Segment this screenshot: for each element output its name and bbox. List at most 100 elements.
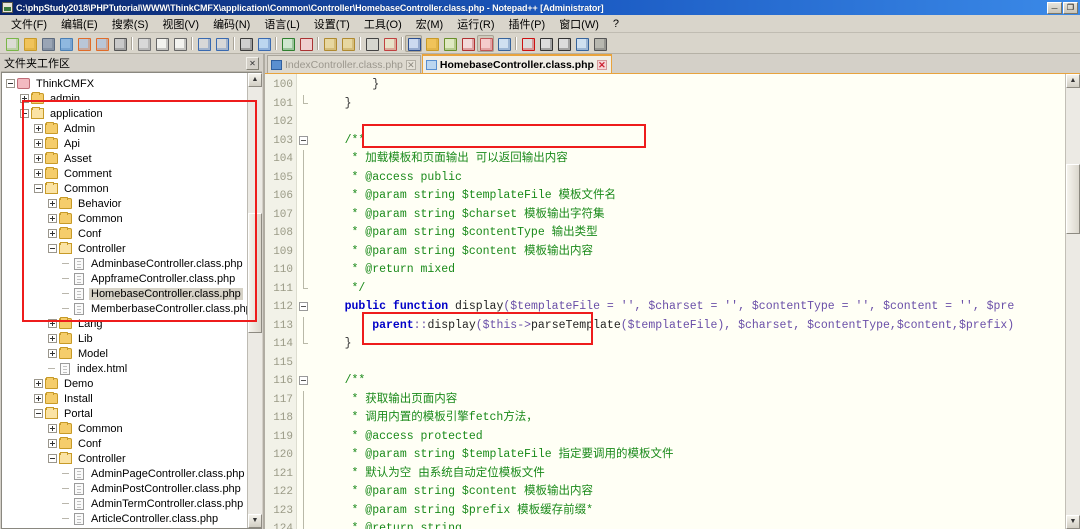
print-icon[interactable] — [111, 35, 128, 52]
doc-map-icon[interactable] — [441, 35, 458, 52]
code-folding-margin[interactable] — [297, 74, 311, 529]
fold-marker[interactable] — [297, 372, 311, 391]
tree-item-indexcontroller-class-php[interactable]: IndexController.class.php — [6, 526, 247, 528]
editor-scroll-up-icon[interactable]: ▲ — [1066, 74, 1080, 88]
scrollbar-thumb[interactable] — [248, 213, 262, 333]
tree-item-demo[interactable]: Demo — [6, 376, 247, 391]
function-list-icon[interactable] — [477, 35, 494, 52]
close-file-icon[interactable] — [75, 35, 92, 52]
tree-item-portal[interactable]: Portal — [6, 406, 247, 421]
tree-item-install[interactable]: Install — [6, 391, 247, 406]
menu-item-12[interactable]: ? — [606, 17, 626, 31]
expand-icon[interactable] — [34, 169, 43, 178]
sync-horizontal-icon[interactable] — [339, 35, 356, 52]
tree-item-controller[interactable]: Controller — [6, 241, 247, 256]
tree-item-admin[interactable]: Admin — [6, 121, 247, 136]
cut-icon[interactable] — [135, 35, 152, 52]
minimize-button[interactable] — [1047, 2, 1062, 14]
menu-item-8[interactable]: 宏(M) — [409, 15, 451, 33]
redo-icon[interactable] — [213, 35, 230, 52]
close-icon[interactable]: ✕ — [597, 60, 607, 70]
run-macro-multi-icon[interactable] — [573, 35, 590, 52]
expand-icon[interactable] — [48, 199, 57, 208]
menu-item-3[interactable]: 视图(V) — [155, 15, 206, 33]
playback-macro-icon[interactable] — [555, 35, 572, 52]
save-icon[interactable] — [39, 35, 56, 52]
collapse-icon[interactable] — [48, 244, 57, 253]
tree-item-admin[interactable]: admin — [6, 91, 247, 106]
fold-marker[interactable] — [297, 298, 311, 317]
scroll-down-icon[interactable]: ▼ — [248, 514, 262, 528]
tree-item-lib[interactable]: Lib — [6, 331, 247, 346]
menu-item-7[interactable]: 工具(O) — [357, 15, 409, 33]
collapse-icon[interactable] — [34, 184, 43, 193]
tree-item-common[interactable]: Common — [6, 211, 247, 226]
tree-item-comment[interactable]: Comment — [6, 166, 247, 181]
save-macro-icon[interactable] — [591, 35, 608, 52]
menu-item-6[interactable]: 设置(T) — [307, 15, 357, 33]
expand-icon[interactable] — [34, 394, 43, 403]
indent-guide-icon[interactable] — [405, 35, 422, 52]
close-icon[interactable]: ✕ — [406, 60, 416, 70]
editor-scrollbar-thumb[interactable] — [1066, 164, 1080, 234]
expand-icon[interactable] — [48, 229, 57, 238]
code-content[interactable]: } } /** * 加载模板和页面输出 可以返回输出内容 * @access p… — [311, 74, 1080, 529]
collapse-icon[interactable] — [6, 79, 15, 88]
tab-homebasecontroller-class-php[interactable]: HomebaseController.class.php✕ — [422, 54, 612, 73]
scroll-up-icon[interactable]: ▲ — [248, 73, 262, 87]
tree-item-adminpagecontroller-class-php[interactable]: AdminPageController.class.php — [6, 466, 247, 481]
tree-item-asset[interactable]: Asset — [6, 151, 247, 166]
menu-item-4[interactable]: 编码(N) — [206, 15, 257, 33]
collapse-icon[interactable] — [48, 454, 57, 463]
expand-icon[interactable] — [48, 319, 57, 328]
collapse-icon[interactable] — [34, 409, 43, 418]
code-editor[interactable]: 1001011021031041051061071081091101111121… — [265, 74, 1080, 529]
zoom-in-icon[interactable] — [279, 35, 296, 52]
restore-button[interactable] — [1063, 2, 1078, 14]
editor-vertical-scrollbar[interactable]: ▲ ▼ — [1065, 74, 1080, 529]
expand-icon[interactable] — [48, 349, 57, 358]
fold-marker[interactable] — [297, 132, 311, 151]
editor-scroll-down-icon[interactable]: ▼ — [1066, 515, 1080, 529]
expand-icon[interactable] — [48, 424, 57, 433]
user-lang-icon[interactable] — [423, 35, 440, 52]
tree-item-model[interactable]: Model — [6, 346, 247, 361]
new-file-icon[interactable] — [3, 35, 20, 52]
menu-item-11[interactable]: 窗口(W) — [552, 15, 606, 33]
expand-icon[interactable] — [34, 124, 43, 133]
expand-icon[interactable] — [48, 214, 57, 223]
tree-item-appframecontroller-class-php[interactable]: AppframeController.class.php — [6, 271, 247, 286]
open-file-icon[interactable] — [21, 35, 38, 52]
collapse-icon[interactable] — [20, 109, 29, 118]
tree-item-conf[interactable]: Conf — [6, 436, 247, 451]
save-all-icon[interactable] — [57, 35, 74, 52]
collapse-icon[interactable] — [299, 302, 308, 311]
close-all-icon[interactable] — [93, 35, 110, 52]
close-icon[interactable]: ✕ — [246, 57, 259, 70]
tree-item-index-html[interactable]: index.html — [6, 361, 247, 376]
record-macro-icon[interactable] — [519, 35, 536, 52]
doc-list-icon[interactable] — [459, 35, 476, 52]
show-all-chars-icon[interactable] — [381, 35, 398, 52]
menu-item-9[interactable]: 运行(R) — [450, 15, 501, 33]
expand-icon[interactable] — [20, 94, 29, 103]
collapse-icon[interactable] — [299, 376, 308, 385]
tree-item-lang[interactable]: Lang — [6, 316, 247, 331]
expand-icon[interactable] — [34, 379, 43, 388]
expand-icon[interactable] — [34, 139, 43, 148]
menu-item-0[interactable]: 文件(F) — [4, 15, 54, 33]
tab-indexcontroller-class-php[interactable]: IndexController.class.php✕ — [267, 55, 421, 73]
undo-icon[interactable] — [195, 35, 212, 52]
menu-item-1[interactable]: 编辑(E) — [54, 15, 105, 33]
tree-item-thinkcmfx[interactable]: ThinkCMFX — [6, 76, 247, 91]
tree-item-api[interactable]: Api — [6, 136, 247, 151]
tree-item-common[interactable]: Common — [6, 421, 247, 436]
folder-tree-scrollbar[interactable]: ▲ ▼ — [247, 73, 262, 528]
expand-icon[interactable] — [48, 439, 57, 448]
folder-workspace-icon[interactable] — [495, 35, 512, 52]
tree-item-application[interactable]: application — [6, 106, 247, 121]
tree-item-adminbasecontroller-class-php[interactable]: AdminbaseController.class.php — [6, 256, 247, 271]
folder-tree[interactable]: ThinkCMFXadminapplicationAdminApiAssetCo… — [2, 73, 247, 528]
word-wrap-icon[interactable] — [363, 35, 380, 52]
collapse-icon[interactable] — [299, 136, 308, 145]
